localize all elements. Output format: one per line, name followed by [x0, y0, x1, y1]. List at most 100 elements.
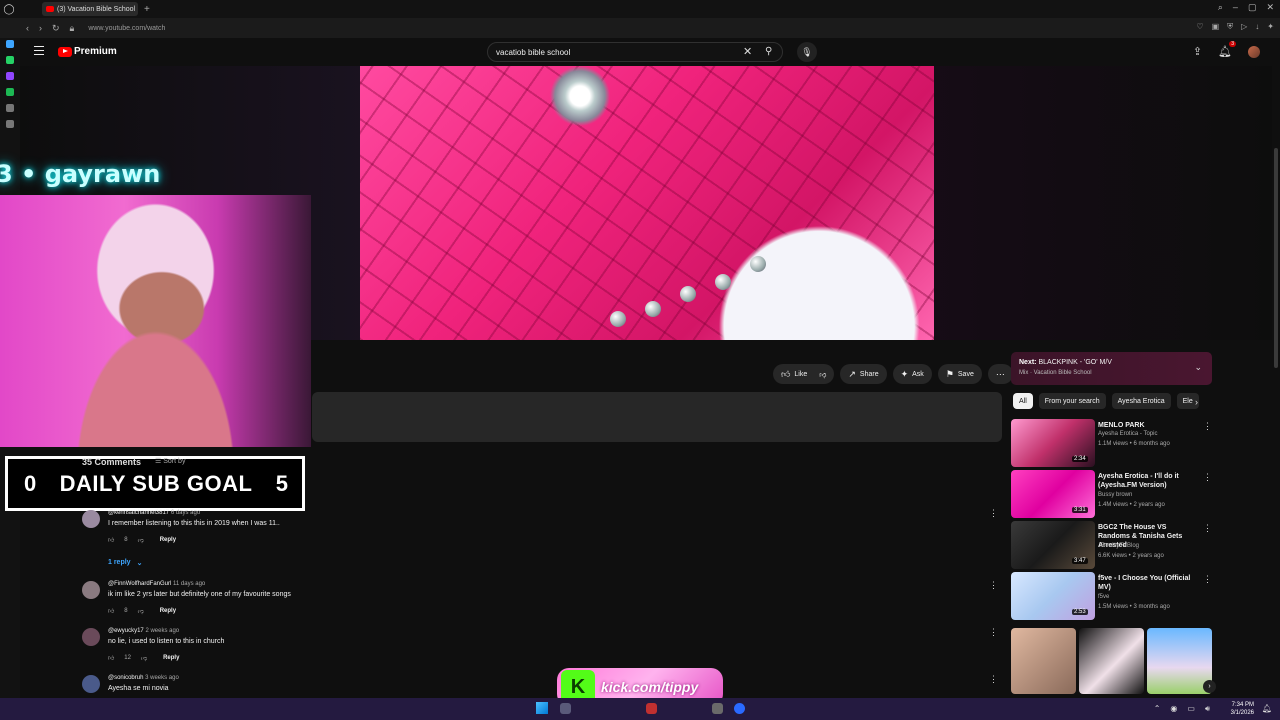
music-icon[interactable]: [6, 88, 14, 96]
sort-by-button[interactable]: ☰ Sort by: [155, 457, 185, 467]
comment-author[interactable]: @ewyucky17: [108, 628, 144, 634]
download-icon[interactable]: ↓: [1255, 22, 1259, 32]
comment-like-icon[interactable]: 👍︎: [108, 607, 114, 615]
snapshot-icon[interactable]: ▣: [1212, 22, 1220, 32]
search-input[interactable]: [496, 46, 736, 59]
volume-icon[interactable]: 🔊︎: [1205, 704, 1210, 714]
view-replies-button[interactable]: 1 reply ⌄: [108, 559, 142, 567]
rec-menu-icon[interactable]: ⋮: [1203, 472, 1212, 483]
up-next-mix[interactable]: Next: BLACKPINK - 'GO' M/V Mix · Vacatio…: [1011, 352, 1212, 385]
opera-logo-icon[interactable]: ◯: [0, 0, 18, 18]
rec-menu-icon[interactable]: ⋮: [1203, 574, 1212, 585]
more-actions-button[interactable]: ⋯: [987, 364, 1013, 384]
comment-dislike-icon[interactable]: 👎︎: [141, 654, 147, 662]
recommendation[interactable]: 3:47 BGC2 The House VS Randoms & Tanisha…: [1011, 521, 1212, 569]
comment-dislike-icon[interactable]: 👎︎: [138, 536, 144, 544]
description-box[interactable]: [312, 392, 1002, 442]
messenger-icon[interactable]: [6, 40, 14, 48]
video-frame[interactable]: [360, 66, 934, 340]
rec-channel[interactable]: JRealityTVBlog: [1098, 543, 1139, 549]
recommendation[interactable]: 2:53 f5ve - I Choose You (Official MV) f…: [1011, 572, 1212, 620]
youtube-logo[interactable]: Premium: [58, 46, 117, 57]
taskbar-app-icon[interactable]: [560, 703, 571, 714]
shield-icon[interactable]: ⛨: [1227, 22, 1233, 32]
taskbar-clock[interactable]: 7:34 PM 3/1/2026: [1231, 701, 1254, 717]
comment-author[interactable]: @kennsaichannel3817: [108, 510, 169, 516]
player-icon[interactable]: ▷: [1241, 22, 1247, 32]
clear-search-icon[interactable]: ✕: [743, 45, 752, 58]
recommendation[interactable]: 3:31 Ayesha Erotica - I'll do it (Ayesha…: [1011, 470, 1212, 518]
comment-menu-icon[interactable]: ⋮: [989, 627, 998, 638]
reply-button[interactable]: Reply: [163, 655, 179, 661]
rec-menu-icon[interactable]: ⋮: [1203, 421, 1212, 432]
chevron-down-icon[interactable]: ⌄: [1194, 362, 1202, 373]
reply-button[interactable]: Reply: [160, 608, 176, 614]
forward-icon[interactable]: ›: [39, 23, 42, 34]
share-button[interactable]: ↗ Share: [840, 364, 887, 384]
comment-like-icon[interactable]: 👍︎: [108, 654, 114, 662]
settings-icon[interactable]: [6, 120, 14, 128]
taskbar-app-icon[interactable]: [734, 703, 745, 714]
avatar[interactable]: [1248, 45, 1260, 58]
comment-dislike-icon[interactable]: 👎︎: [138, 607, 144, 615]
rec-channel[interactable]: f5ve: [1098, 594, 1109, 600]
comment-avatar[interactable]: [82, 675, 100, 693]
reload-icon[interactable]: ↻: [52, 23, 60, 34]
back-icon[interactable]: ‹: [26, 23, 29, 34]
windows-start-icon[interactable]: [536, 702, 548, 714]
comment-menu-icon[interactable]: ⋮: [989, 580, 998, 591]
tray-app-icon[interactable]: ◉: [1170, 704, 1177, 714]
rec-title[interactable]: Ayesha Erotica - I'll do it (Ayesha.FM V…: [1098, 472, 1198, 490]
taskbar-app-icon[interactable]: [712, 703, 723, 714]
ask-button[interactable]: ✦ Ask: [892, 364, 932, 384]
ai-icon[interactable]: ✦: [1267, 22, 1274, 32]
comment-avatar[interactable]: [82, 628, 100, 646]
downloads-icon[interactable]: [6, 104, 14, 112]
like-button[interactable]: 👍︎ Like 👎︎: [773, 364, 835, 384]
reply-button[interactable]: Reply: [160, 537, 176, 543]
comment-menu-icon[interactable]: ⋮: [989, 674, 998, 685]
comment-author[interactable]: @FinnWolfhardFanGurl: [108, 581, 171, 587]
rec-channel[interactable]: Bussy brown: [1098, 492, 1132, 498]
twitch-icon[interactable]: [6, 72, 14, 80]
recommendation[interactable]: 2:34 MENLO PARK Ayesha Erotica - Topic 1…: [1011, 419, 1212, 467]
save-button[interactable]: ⚑ Save: [937, 364, 982, 384]
chip-ayesha-erotica[interactable]: Ayesha Erotica: [1111, 393, 1171, 409]
rec-title[interactable]: f5ve - I Choose You (Official MV): [1098, 574, 1198, 592]
comment-time[interactable]: 6 days ago: [171, 510, 200, 516]
rec-title[interactable]: MENLO PARK: [1098, 421, 1198, 430]
maximize-icon[interactable]: ▢: [1248, 2, 1257, 13]
chip-from-search[interactable]: From your search: [1038, 393, 1106, 409]
menu-icon[interactable]: [34, 46, 44, 55]
browser-tab[interactable]: (3) Vacation Bible School: [42, 2, 138, 16]
tray-chevron-icon[interactable]: ⌃: [1154, 704, 1161, 714]
rec-menu-icon[interactable]: ⋮: [1203, 523, 1212, 534]
shorts-next-icon[interactable]: ›: [1203, 680, 1216, 693]
whatsapp-icon[interactable]: [6, 56, 14, 64]
comment-avatar[interactable]: [82, 510, 100, 528]
rec-channel[interactable]: Ayesha Erotica - Topic: [1098, 431, 1157, 437]
short-thumbnail[interactable]: [1011, 628, 1076, 694]
comment-menu-icon[interactable]: ⋮: [989, 508, 998, 519]
comment-author[interactable]: @sonicobruh: [108, 675, 143, 681]
search-icon[interactable]: ⚲: [765, 46, 772, 57]
dislike-icon[interactable]: 👎︎: [819, 370, 826, 379]
url-field[interactable]: www.youtube.com/watch: [88, 25, 165, 32]
notifications-icon[interactable]: 🔔︎ 3: [1218, 41, 1236, 58]
comment-time[interactable]: 11 days ago: [173, 581, 205, 587]
chip-all[interactable]: All: [1013, 393, 1033, 409]
comment-like-icon[interactable]: 👍︎: [108, 536, 114, 544]
short-thumbnail[interactable]: [1079, 628, 1144, 694]
page-scrollbar[interactable]: [1274, 148, 1278, 368]
bookmark-icon[interactable]: ♡: [1196, 22, 1203, 32]
network-icon[interactable]: ▭: [1187, 704, 1195, 714]
taskbar-app-icon[interactable]: [646, 703, 657, 714]
chevron-right-icon[interactable]: ›: [1195, 397, 1198, 407]
comment-avatar[interactable]: [82, 581, 100, 599]
new-tab-icon[interactable]: +: [144, 4, 150, 15]
minimize-icon[interactable]: –: [1233, 2, 1238, 13]
comment-time[interactable]: 2 weeks ago: [145, 628, 179, 634]
search-tabs-icon[interactable]: ⌕: [1218, 2, 1223, 13]
comment-time[interactable]: 3 weeks ago: [145, 675, 179, 681]
close-window-icon[interactable]: ✕: [1266, 2, 1274, 13]
